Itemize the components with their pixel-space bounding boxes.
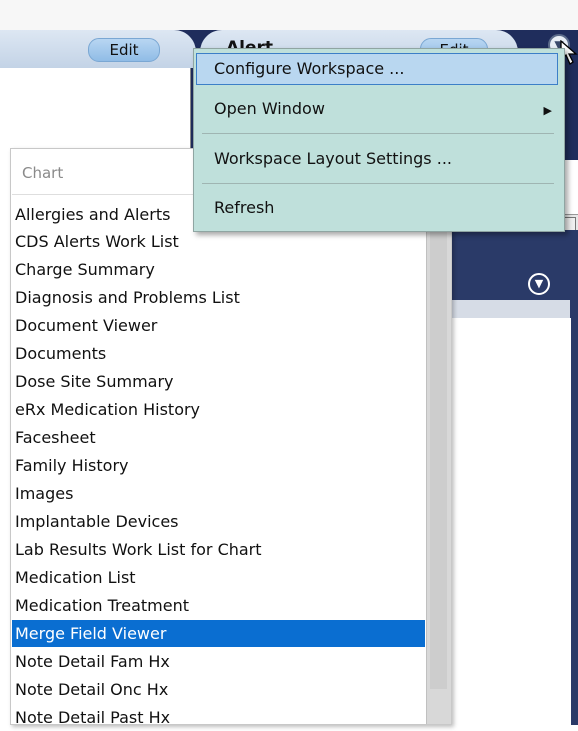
list-item[interactable]: Facesheet — [12, 424, 425, 451]
right-panel-chevron-icon[interactable]: ▼ — [528, 273, 550, 295]
right-panel-body — [442, 318, 571, 725]
list-item[interactable]: CDS Alerts Work List — [12, 228, 425, 255]
list-item[interactable]: Documents — [12, 340, 425, 367]
menu-item-configure-workspace[interactable]: Configure Workspace ... — [214, 56, 404, 82]
chart-list-header: Chart — [22, 164, 64, 182]
menu-item-layout-settings[interactable]: Workspace Layout Settings ... — [214, 146, 452, 172]
list-item[interactable]: eRx Medication History — [12, 396, 425, 423]
menu-separator — [202, 183, 554, 184]
list-item[interactable]: Note Detail Fam Hx — [12, 648, 425, 675]
list-item[interactable]: Implantable Devices — [12, 508, 425, 535]
list-item[interactable]: Images — [12, 480, 425, 507]
list-item[interactable]: Dose Site Summary — [12, 368, 425, 395]
scrollbar-thumb[interactable] — [430, 169, 447, 689]
list-item-selected[interactable]: Merge Field Viewer — [12, 620, 425, 647]
right-panel-subheader — [442, 300, 570, 318]
submenu-arrow-icon: ▶ — [543, 104, 552, 117]
window-top-strip — [0, 0, 578, 30]
list-item[interactable]: Note Detail Onc Hx — [12, 676, 425, 703]
list-item[interactable]: Lab Results Work List for Chart — [12, 536, 425, 563]
workspace-context-menu: Configure Workspace ... Open Window ▶ Wo… — [193, 48, 565, 232]
menu-item-refresh[interactable]: Refresh — [214, 195, 274, 221]
list-item[interactable]: Diagnosis and Problems List — [12, 284, 425, 311]
list-item[interactable]: Medication List — [12, 564, 425, 591]
menu-item-open-window[interactable]: Open Window — [214, 96, 325, 122]
list-item[interactable]: Document Viewer — [12, 312, 425, 339]
list-item[interactable]: Charge Summary — [12, 256, 425, 283]
menu-separator — [202, 133, 554, 134]
list-item[interactable]: Medication Treatment — [12, 592, 425, 619]
list-item[interactable]: Family History — [12, 452, 425, 479]
left-pane — [0, 68, 191, 160]
list-scrollbar[interactable] — [426, 149, 451, 724]
left-tab-edit-button[interactable]: Edit — [88, 38, 160, 62]
list-item[interactable]: Note Detail Past Hx — [12, 704, 425, 731]
